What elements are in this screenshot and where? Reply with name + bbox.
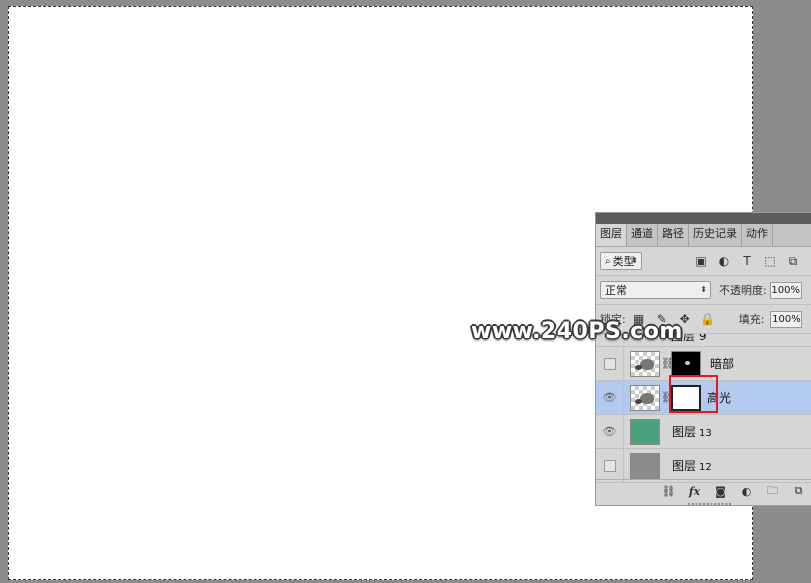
panel-title-bar[interactable] xyxy=(596,213,811,224)
image-filter-icon[interactable]: ▣ xyxy=(694,254,708,268)
link-chain-icon[interactable]: ⛓ xyxy=(661,357,675,370)
blend-mode-select[interactable]: 正常 ⬍ xyxy=(600,281,711,299)
type-filter-icon[interactable]: T xyxy=(740,254,754,268)
shape-filter-icon[interactable]: ⬚ xyxy=(763,254,777,268)
lock-all-icon[interactable]: 🔒 xyxy=(700,312,715,326)
mask-highlight-box xyxy=(669,375,718,413)
search-icon: ⌕ xyxy=(605,255,611,267)
tab-layers[interactable]: 图层 xyxy=(596,224,627,246)
tab-paths[interactable]: 路径 xyxy=(658,224,689,246)
filter-row: ⌕ 类型 ⬍ ▣ ◐ T ⬚ ⧉ xyxy=(596,247,811,276)
layer-thumbnail xyxy=(630,350,660,377)
layer-name: 图层 13 xyxy=(672,425,712,439)
add-mask-icon[interactable]: ◙ xyxy=(714,485,727,498)
layer-row[interactable]: 👁 图层 13 xyxy=(596,415,811,449)
visibility-toggle[interactable] xyxy=(596,347,624,380)
fill-input[interactable]: 100% xyxy=(770,310,803,328)
layer-thumbnail xyxy=(630,452,660,479)
layers-panel: 图层 通道 路径 历史记录 动作 ⌕ 类型 ⬍ ▣ ◐ T ⬚ ⧉ 正常 ⬍ 不… xyxy=(595,212,811,506)
panel-tabs: 图层 通道 路径 历史记录 动作 xyxy=(596,224,811,247)
tab-channels[interactable]: 通道 xyxy=(627,224,658,246)
watermark-text: www.240PS.com xyxy=(471,319,683,344)
layer-filter-select[interactable]: ⌕ 类型 ⬍ xyxy=(600,252,642,270)
visibility-toggle[interactable] xyxy=(596,449,624,482)
layer-name: 图层 12 xyxy=(672,459,712,473)
new-adjustment-icon[interactable]: ◐ xyxy=(740,485,753,498)
link-layers-icon[interactable]: ⛓ xyxy=(662,485,676,498)
resize-grip[interactable]: ▪▪▪▪▪▪▪▪▪▪▪▪ xyxy=(596,501,811,506)
blend-mode-value: 正常 xyxy=(605,284,627,297)
new-layer-icon[interactable]: ⧉ xyxy=(792,484,805,498)
layer-name: 暗部 xyxy=(710,357,735,371)
new-group-icon[interactable]: 🗀 xyxy=(766,484,779,498)
hidden-checkbox-icon xyxy=(603,357,616,370)
layer-thumbnail xyxy=(630,384,660,411)
layer-thumbnail xyxy=(630,418,660,445)
tab-history[interactable]: 历史记录 xyxy=(689,224,742,246)
smart-object-filter-icon[interactable]: ⧉ xyxy=(786,254,800,268)
visibility-toggle[interactable]: 👁 xyxy=(596,381,624,414)
visibility-toggle[interactable]: 👁 xyxy=(596,415,624,448)
layer-mask-thumbnail[interactable] xyxy=(671,350,701,377)
opacity-input[interactable]: 100% xyxy=(769,281,802,299)
fill-label: 填充: xyxy=(738,313,765,326)
updown-arrow-icon: ⬍ xyxy=(700,285,707,294)
blend-row: 正常 ⬍ 不透明度: 100% xyxy=(596,276,811,305)
eye-icon: 👁 xyxy=(602,391,617,404)
layer-row[interactable]: 图层 12 xyxy=(596,449,811,483)
tab-actions[interactable]: 动作 xyxy=(742,224,773,246)
updown-arrow-icon: ⬍ xyxy=(631,256,638,265)
opacity-label: 不透明度: xyxy=(719,284,767,297)
hidden-checkbox-icon xyxy=(603,459,616,472)
adjustment-filter-icon[interactable]: ◐ xyxy=(717,254,731,268)
eye-icon: 👁 xyxy=(602,425,617,438)
fx-icon[interactable]: fx xyxy=(688,485,701,498)
panel-footer: ⛓ fx ◙ ◐ 🗀 ⧉ xyxy=(596,479,811,502)
